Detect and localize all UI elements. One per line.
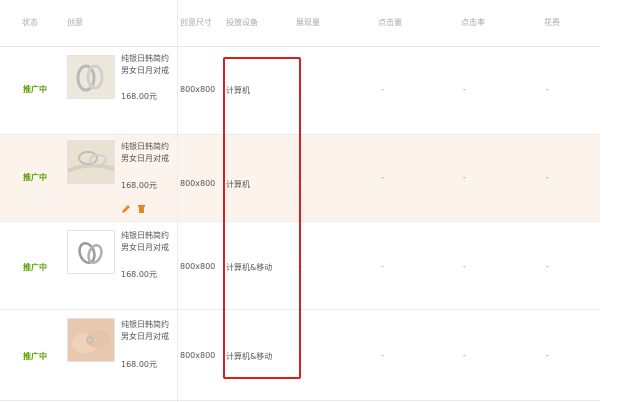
header-clicks[interactable]: 点击量 <box>378 17 402 28</box>
ring-photo-hands[interactable] <box>67 318 115 362</box>
clicks-value: - <box>381 85 384 94</box>
cost-value: - <box>546 173 549 182</box>
status-badge: 推广中 <box>23 352 47 361</box>
creative-size: 800x800 <box>180 85 216 94</box>
ctr-value: - <box>463 262 466 271</box>
creative-price: 168.00元 <box>121 270 157 279</box>
header-size: 创意尺寸 <box>180 18 212 27</box>
header-cost[interactable]: 花费 <box>544 17 560 28</box>
cost-value: - <box>546 351 549 360</box>
ring-photo-beige[interactable] <box>67 55 115 99</box>
header-device: 投放设备 <box>226 18 258 27</box>
creative-price: 168.00元 <box>121 181 157 190</box>
clicks-value: - <box>381 262 384 271</box>
creative-size: 800x800 <box>180 179 216 188</box>
ring-photo-icon <box>68 151 114 173</box>
ring-photo-white[interactable] <box>67 230 115 274</box>
status-badge: 推广中 <box>23 85 47 94</box>
clicks-value: - <box>381 173 384 182</box>
header-ctr[interactable]: 点击率 <box>461 17 485 28</box>
header-creative: 创意 <box>67 18 83 27</box>
status-badge: 推广中 <box>23 263 47 272</box>
clicks-value: - <box>381 351 384 360</box>
creative-title[interactable]: 纯银日韩简约男女日月对戒 <box>121 53 175 77</box>
ring-photo-icon <box>78 242 103 264</box>
cost-value: - <box>546 85 549 94</box>
creative-price: 168.00元 <box>121 92 157 101</box>
highlight-annotation-box <box>223 57 301 379</box>
ctr-value: - <box>463 85 466 94</box>
header-impressions[interactable]: 展现量 <box>296 17 320 28</box>
delete-icon[interactable] <box>137 199 146 218</box>
edit-icon[interactable] <box>121 199 131 218</box>
ctr-value: - <box>463 173 466 182</box>
ring-photo-fabric[interactable] <box>67 140 115 184</box>
ctr-value: - <box>463 351 466 360</box>
creative-title[interactable]: 纯银日韩简约男女日月对戒 <box>121 141 175 165</box>
column-divider <box>177 0 178 402</box>
creative-title[interactable]: 纯银日韩简约男女日月对戒 <box>121 319 175 343</box>
table-header: 状态 创意 创意尺寸 投放设备 展现量 点击量 点击率 花费 <box>0 0 600 47</box>
ring-photo-icon <box>72 330 110 353</box>
creative-size: 800x800 <box>180 351 216 360</box>
creative-title[interactable]: 纯银日韩简约男女日月对戒 <box>121 230 175 254</box>
creative-size: 800x800 <box>180 262 216 271</box>
header-status: 状态 <box>22 18 38 27</box>
status-badge: 推广中 <box>23 173 47 182</box>
creative-price: 168.00元 <box>121 360 157 369</box>
ring-photo-icon <box>76 64 104 92</box>
cost-value: - <box>546 262 549 271</box>
